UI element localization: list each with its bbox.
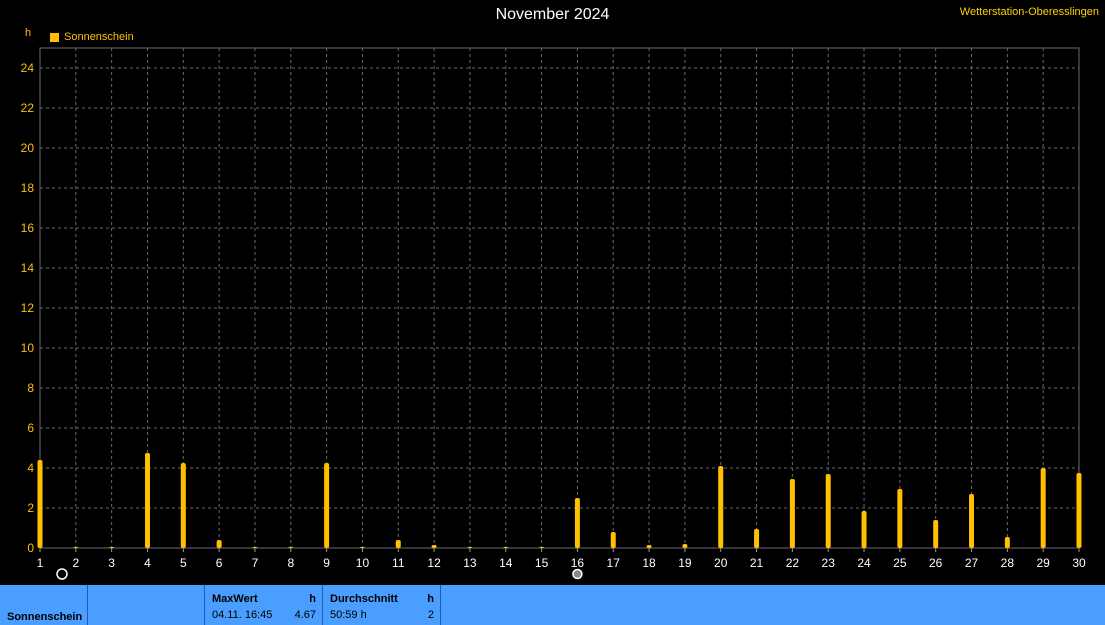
x-tick-label: 22 [786, 556, 800, 570]
x-tick-label: 29 [1036, 556, 1050, 570]
x-tick-label: 1 [37, 556, 44, 570]
bar-10 [359, 547, 365, 548]
bar-12 [431, 545, 437, 548]
bar-13 [467, 547, 473, 548]
bar-16 [574, 498, 580, 548]
avg-time: 50:59 h [330, 609, 367, 621]
bar-5 [180, 463, 186, 548]
x-tick-label: 11 [392, 556, 405, 570]
x-tick-label: 19 [678, 556, 692, 570]
bar-3 [109, 547, 115, 548]
x-tick-label: 17 [607, 556, 621, 570]
bar-18 [646, 545, 652, 548]
x-tick-label: 2 [72, 556, 79, 570]
x-tick-label: 27 [965, 556, 979, 570]
bar-9 [324, 463, 330, 548]
x-tick-label: 20 [714, 556, 728, 570]
x-tick-label: 12 [427, 556, 441, 570]
y-tick-label: 4 [27, 461, 34, 475]
bar-17 [610, 532, 616, 548]
y-tick-label: 12 [21, 301, 35, 315]
x-tick-label: 26 [929, 556, 943, 570]
avg-unit: h [427, 593, 434, 605]
bar-20 [718, 466, 724, 548]
x-tick-label: 30 [1072, 556, 1086, 570]
y-tick-label: 8 [27, 381, 34, 395]
x-tick-label: 18 [642, 556, 656, 570]
bar-27 [969, 494, 975, 548]
x-tick-label: 9 [323, 556, 330, 570]
max-date: 04.11. 16:45 [212, 609, 273, 621]
bar-6 [216, 540, 222, 548]
avg-value: 2 [427, 609, 434, 621]
full-moon-icon [572, 568, 583, 580]
bar-19 [682, 544, 688, 548]
bar-15 [539, 547, 545, 548]
bar-26 [933, 520, 939, 548]
bar-1 [37, 460, 43, 548]
bar-24 [861, 511, 867, 548]
bar-21 [754, 529, 760, 548]
bar-14 [503, 547, 509, 548]
x-tick-label: 21 [750, 556, 764, 570]
bar-23 [825, 474, 831, 548]
stats-footer: Sonnenschein MaxWert h 04.11. 16:45 4.67 D… [0, 585, 1105, 625]
y-tick-label: 18 [21, 181, 35, 195]
bar-28 [1004, 537, 1010, 548]
x-tick-label: 6 [216, 556, 223, 570]
x-tick-label: 3 [108, 556, 115, 570]
bar-7 [252, 547, 258, 548]
new-moon-icon [56, 568, 68, 580]
max-title: MaxWert [212, 593, 258, 605]
bar-25 [897, 489, 903, 548]
y-tick-label: 2 [27, 501, 34, 515]
stats-series-cell: Sonnenschein [0, 585, 88, 625]
max-value: 4.67 [294, 609, 316, 621]
y-tick-label: 10 [21, 341, 35, 355]
y-tick-label: 22 [21, 101, 35, 115]
x-tick-label: 4 [144, 556, 151, 570]
y-tick-label: 16 [21, 221, 35, 235]
stats-series-label: Sonnenschein [7, 611, 83, 623]
y-tick-label: 20 [21, 141, 35, 155]
x-tick-label: 5 [180, 556, 187, 570]
x-tick-label: 8 [287, 556, 294, 570]
y-tick-label: 6 [27, 421, 34, 435]
bar-29 [1040, 468, 1046, 548]
y-tick-label: 24 [21, 61, 35, 75]
bar-8 [288, 547, 294, 548]
y-tick-label: 0 [27, 541, 34, 555]
x-tick-label: 10 [356, 556, 370, 570]
max-unit: h [309, 593, 316, 605]
x-tick-label: 25 [893, 556, 907, 570]
x-tick-label: 7 [252, 556, 259, 570]
avg-title: Durchschnitt [330, 593, 398, 605]
bar-30 [1076, 473, 1082, 548]
x-tick-label: 13 [463, 556, 477, 570]
bar-2 [73, 547, 79, 548]
bar-22 [789, 479, 795, 548]
x-tick-label: 15 [535, 556, 549, 570]
bar-11 [395, 540, 401, 548]
x-tick-label: 28 [1001, 556, 1015, 570]
plot-frame [39, 47, 1080, 549]
stats-empty-cell [88, 585, 205, 625]
x-tick-label: 24 [857, 556, 871, 570]
stats-avg-cell: Durchschnitt h 50:59 h 2 [323, 585, 441, 625]
y-tick-label: 14 [21, 261, 35, 275]
x-tick-label: 16 [571, 556, 585, 570]
chart-area: 0246810121416182022241 2 3 4 5 6 7 8 9 10 11 12 13 14… [21, 47, 1086, 580]
x-tick-label: 14 [499, 556, 513, 570]
stats-max-cell: MaxWert h 04.11. 16:45 4.67 [205, 585, 323, 625]
x-tick-label: 23 [822, 556, 836, 570]
bar-4 [144, 453, 150, 548]
